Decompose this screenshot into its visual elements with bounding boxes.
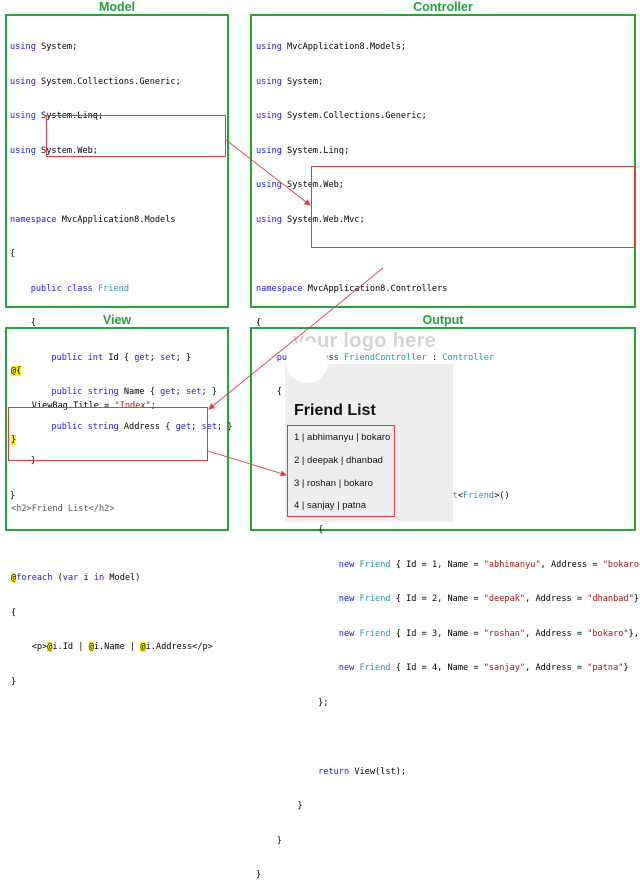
logo-circle [286, 341, 328, 383]
model-class-decl: public class Friend [30, 283, 130, 294]
model-title: Model [98, 0, 136, 14]
controller-friend-4: new Friend { Id = 4, Name = "sanjay", Ad… [338, 663, 629, 673]
controller-friend-2: new Friend { Id = 2, Name = "deepak", Ad… [338, 594, 640, 604]
friend-item-2: 2 | deepak | dhanbad [294, 455, 383, 466]
controller-brace: } [256, 801, 303, 811]
controller-friend-3: new Friend { Id = 3, Name = "roshan", Ad… [338, 628, 639, 639]
controller-list-highlight [311, 166, 635, 248]
model-using-1: using System; [10, 42, 78, 52]
model-namespace: namespace MvcApplication8.Models [10, 214, 176, 225]
friend-item-4: 4 | sanjay | patna [294, 500, 367, 511]
model-using-2: using System.Collections.Generic; [10, 76, 181, 87]
model-brace: { [10, 318, 36, 328]
controller-using-2: using System; [256, 76, 324, 87]
controller-brace: } [256, 835, 282, 846]
model-brace: { [10, 249, 16, 259]
controller-brace: }; [256, 697, 329, 708]
friend-list-heading: Friend List [294, 402, 376, 419]
controller-brace: } [256, 870, 262, 880]
friend-item-3: 3 | roshan | bokaro [294, 478, 373, 489]
controller-using-4: using System.Linq; [256, 145, 350, 156]
controller-return: return View(lst); [318, 766, 407, 777]
view-brace: } [11, 676, 17, 687]
controller-using-1: using MvcApplication8.Models; [256, 42, 407, 52]
controller-brace: { [256, 318, 262, 328]
view-paragraph: <p>@i.Id | @i.Name | @i.Address</p> [11, 642, 213, 652]
view-code: @{ ViewBag.Title = "Index"; } <h2>Friend… [11, 343, 213, 700]
friend-item-1: 1 | abhimanyu | bokaro [294, 432, 391, 443]
controller-title: Controller [413, 0, 473, 14]
controller-using-3: using System.Collections.Generic; [256, 111, 427, 121]
view-brace: { [11, 607, 17, 618]
view-foreach-highlight [8, 407, 208, 461]
controller-namespace: namespace MvcApplication8.Controllers [256, 283, 448, 294]
view-block-open: @{ [11, 366, 22, 376]
controller-friend-1: new Friend { Id = 1, Name = "abhimanyu",… [338, 559, 640, 570]
model-properties-highlight [46, 115, 226, 157]
view-foreach: @foreach (var i in Model) [11, 573, 141, 583]
view-h2: <h2>Friend List</h2> [11, 504, 115, 514]
